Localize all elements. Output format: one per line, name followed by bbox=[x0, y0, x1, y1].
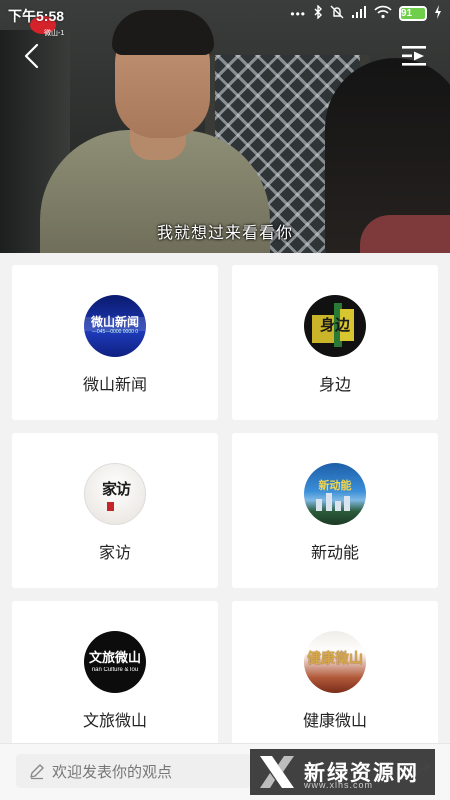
program-label: 新动能 bbox=[310, 543, 359, 562]
program-label: 微山新闻 bbox=[82, 375, 147, 394]
program-label: 文旅微山 bbox=[82, 711, 147, 730]
program-label: 健康微山 bbox=[302, 711, 367, 730]
program-card-xindongneng[interactable]: 新动能 新动能 bbox=[232, 433, 438, 588]
charging-icon bbox=[434, 5, 442, 22]
more-dots-icon: ••• bbox=[290, 6, 306, 21]
signal-icon bbox=[351, 5, 367, 22]
status-bar: 下午5:58 ••• 91 bbox=[0, 0, 450, 30]
watermark-logo-icon bbox=[260, 756, 294, 788]
program-card-shenbian[interactable]: 身边 身边 bbox=[232, 265, 438, 420]
pencil-icon bbox=[30, 764, 44, 780]
jiankang-weishan-thumbnail: 健康微山 bbox=[304, 631, 366, 693]
program-label: 身边 bbox=[318, 375, 351, 394]
comment-input[interactable]: 欢迎发表你的观点 bbox=[16, 754, 251, 788]
watermark: 新绿资源网 www.xlhs.com bbox=[250, 749, 435, 795]
program-label: 家访 bbox=[98, 543, 131, 562]
bluetooth-icon bbox=[313, 4, 323, 22]
shenbian-thumbnail: 身边 bbox=[304, 295, 366, 357]
share-icon[interactable] bbox=[412, 760, 434, 782]
back-icon[interactable] bbox=[18, 42, 46, 70]
program-card-jiafang[interactable]: 家访 家访 bbox=[12, 433, 218, 588]
mute-icon bbox=[330, 5, 344, 22]
comment-bar: 欢迎发表你的观点 新绿资源网 www.xlhs.com bbox=[0, 743, 450, 800]
xindongneng-thumbnail: 新动能 bbox=[304, 463, 366, 525]
program-grid: 微山新闻 —045—0000 0000 0 微山新闻 身边 身边 家访 家访 新… bbox=[0, 253, 450, 756]
battery-indicator: 91 bbox=[399, 6, 427, 21]
wifi-icon bbox=[374, 5, 392, 22]
weishan-news-thumbnail: 微山新闻 —045—0000 0000 0 bbox=[84, 295, 146, 357]
program-card-wenlv-weishan[interactable]: 文旅微山 nan Culture &Tou 文旅微山 bbox=[12, 601, 218, 756]
program-card-weishan-news[interactable]: 微山新闻 —045—0000 0000 0 微山新闻 bbox=[12, 265, 218, 420]
status-time: 下午5:58 bbox=[8, 8, 65, 24]
program-card-jiankang-weishan[interactable]: 健康微山 健康微山 bbox=[232, 601, 438, 756]
video-subtitle: 我就想过来看看你 bbox=[156, 223, 293, 242]
jiafang-thumbnail: 家访 bbox=[84, 463, 146, 525]
wenlv-weishan-thumbnail: 文旅微山 nan Culture &Tou bbox=[84, 631, 146, 693]
playlist-icon[interactable] bbox=[400, 45, 428, 67]
video-player[interactable]: 我就想过来看看你 微山-1 下午5:58 ••• 91 bbox=[0, 0, 450, 253]
comment-placeholder: 欢迎发表你的观点 bbox=[52, 762, 173, 781]
